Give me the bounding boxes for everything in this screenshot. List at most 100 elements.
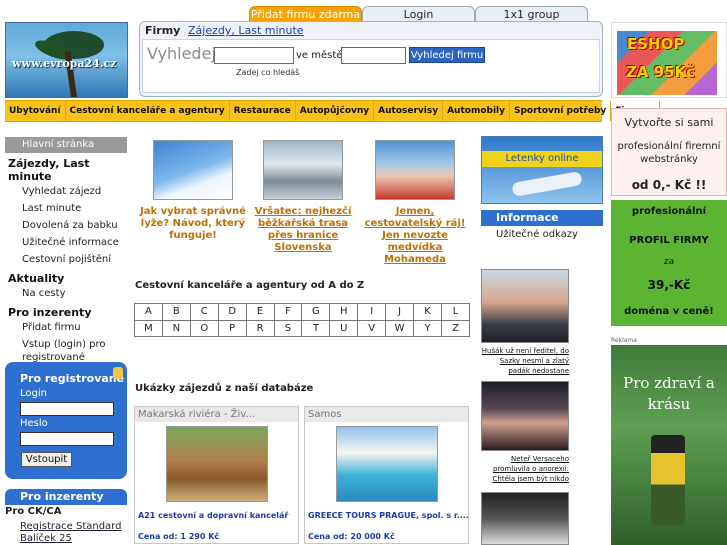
sidebar-heading[interactable]: Zájezdy, Last minute: [8, 157, 127, 183]
category-link[interactable]: Ubytování: [5, 101, 66, 121]
news-image[interactable]: [481, 381, 569, 451]
letter-link[interactable]: A: [134, 303, 163, 321]
sidebar-item[interactable]: Vyhledat zájezd: [5, 183, 127, 200]
news-caption[interactable]: Hušák už není ředitel, do Sazky nesmí a …: [481, 346, 569, 376]
article-image[interactable]: [153, 140, 233, 200]
letter-link[interactable]: L: [440, 303, 471, 321]
letter-link[interactable]: M: [134, 319, 163, 337]
sidebar-item[interactable]: Dovolená za babku: [5, 217, 127, 234]
logo-text: www.evropa24.cz: [12, 57, 117, 70]
flights-label[interactable]: Letenky online: [482, 151, 602, 167]
profile-ad[interactable]: profesionální PROFIL FIRMY za 39,-Kč dom…: [611, 200, 727, 326]
sidebar-item[interactable]: Last minute: [5, 200, 127, 217]
featured-article[interactable]: Jak vybrat správné lyže? Návod, který fu…: [138, 140, 248, 242]
letter-link[interactable]: S: [273, 319, 303, 337]
search-tab-zajezdy[interactable]: Zájezdy, Last minute: [188, 24, 304, 37]
letter-link[interactable]: P: [217, 319, 247, 337]
article-image[interactable]: [263, 140, 343, 200]
letter-link[interactable]: U: [329, 319, 359, 337]
webpage-ad[interactable]: Vytvořte si sami profesionální firemní w…: [611, 108, 727, 196]
sidebar-heading[interactable]: Aktuality: [8, 272, 127, 285]
letter-link[interactable]: V: [357, 319, 387, 337]
article-title[interactable]: Jak vybrat správné lyže? Návod, který fu…: [138, 206, 248, 242]
lock-icon: [113, 367, 123, 379]
letter-link[interactable]: G: [301, 303, 331, 321]
category-link[interactable]: Restaurace: [230, 101, 296, 121]
eshop-ad[interactable]: ESHOP ZA 95Kč: [611, 22, 727, 98]
article-title[interactable]: Jemen, cestovatelský ráj! Jen nevozte me…: [360, 206, 470, 266]
letter-link[interactable]: R: [245, 319, 275, 337]
letter-link[interactable]: J: [385, 303, 415, 321]
search-tab-firmy[interactable]: Firmy: [145, 24, 180, 37]
category-link[interactable]: Sportovní potřeby: [510, 101, 612, 121]
trip-agency[interactable]: A21 cestovní a dopravní kancelář: [135, 502, 298, 520]
letter-link[interactable]: N: [161, 319, 191, 337]
login-input[interactable]: [20, 402, 114, 416]
search-input[interactable]: [214, 47, 294, 64]
health-ad[interactable]: Pro zdraví a krásu: [611, 345, 727, 545]
sidebar-item[interactable]: Přidat firmu: [5, 319, 127, 336]
search-button[interactable]: Vyhledej firmu: [409, 47, 485, 63]
login-button[interactable]: Vstoupit: [21, 452, 72, 467]
search-prompt: Vyhledej: [147, 44, 216, 63]
trip-destination[interactable]: Samos: [305, 407, 468, 422]
sidebar-item[interactable]: Vstup (login) pro registrované: [5, 338, 127, 364]
letter-link[interactable]: Z: [440, 319, 471, 337]
letter-link[interactable]: E: [245, 303, 275, 321]
category-link[interactable]: Automobily: [443, 101, 510, 121]
letter-link[interactable]: K: [413, 303, 442, 321]
sidebar-item[interactable]: Na cesty: [5, 285, 127, 302]
news-item[interactable]: Hušák už není ředitel, do Sazky nesmí a …: [481, 269, 569, 376]
news-item[interactable]: [481, 492, 569, 545]
trip-card[interactable]: Makarská riviéra - Živ... A21 cestovní a…: [134, 406, 299, 544]
trip-image[interactable]: [335, 426, 438, 502]
letter-link[interactable]: H: [329, 303, 359, 321]
login-title: Pro registrované: [20, 372, 125, 385]
news-caption[interactable]: Neteř Versaceho promluvila o anorexii: C…: [481, 454, 570, 484]
eshop-line1: ESHOP: [627, 35, 685, 53]
ad-label: Reklama: [611, 337, 637, 344]
flights-banner[interactable]: Letenky online: [481, 136, 603, 204]
info-title: Informace: [481, 210, 603, 226]
bottle-image: [651, 435, 685, 525]
city-input[interactable]: [341, 47, 406, 64]
letter-link[interactable]: D: [217, 303, 247, 321]
letter-link[interactable]: B: [161, 303, 191, 321]
featured-article[interactable]: Jemen, cestovatelský ráj! Jen nevozte me…: [360, 140, 470, 266]
letter-link[interactable]: T: [301, 319, 331, 337]
featured-article[interactable]: Vršatec: nejhezčí běžkařská trasa přes h…: [248, 140, 358, 254]
login-panel: Pro registrované Login Heslo Vstoupit: [5, 362, 127, 479]
trip-price: Cena od: 1 290 Kč: [138, 532, 220, 541]
letter-link[interactable]: I: [357, 303, 387, 321]
trip-destination[interactable]: Makarská riviéra - Živ...: [135, 407, 298, 422]
letter-link[interactable]: C: [189, 303, 219, 321]
letter-link[interactable]: F: [273, 303, 303, 321]
letter-link[interactable]: W: [385, 319, 415, 337]
letter-link[interactable]: Y: [413, 319, 442, 337]
category-link[interactable]: Cestovní kanceláře a agentury: [66, 101, 230, 121]
trip-agency[interactable]: GREECE TOURS PRAGUE, spol. s r....: [305, 502, 468, 520]
news-image[interactable]: [481, 492, 569, 545]
sidebar-item[interactable]: Cestovní pojištění: [5, 251, 127, 268]
category-link[interactable]: Autopůjčovny: [296, 101, 375, 121]
category-link[interactable]: Autoservisy: [374, 101, 444, 121]
sidebar-item[interactable]: Užitečné informace: [5, 234, 127, 251]
inzerenty-box-title: Pro inzerenty: [5, 489, 127, 505]
info-link[interactable]: Užitečné odkazy: [481, 226, 603, 240]
site-logo[interactable]: www.evropa24.cz: [5, 22, 128, 98]
article-title[interactable]: Vršatec: nejhezčí běžkařská trasa přes h…: [248, 206, 358, 254]
trip-image[interactable]: [165, 426, 268, 502]
news-item[interactable]: Neteř Versaceho promluvila o anorexii: C…: [481, 381, 569, 484]
article-image[interactable]: [375, 140, 455, 200]
letter-link[interactable]: O: [189, 319, 219, 337]
registration-link[interactable]: Registrace Standard Balíček 25: [20, 521, 130, 545]
sidebar-item-home[interactable]: Hlavní stránka: [5, 137, 127, 153]
category-bar: Ubytování Cestovní kanceláře a agentury …: [5, 100, 660, 122]
sidebar: Hlavní stránka Zájezdy, Last minute Vyhl…: [5, 137, 127, 545]
news-image[interactable]: [481, 269, 569, 343]
tab-group[interactable]: 1x1 group: [475, 6, 588, 22]
tab-add-company[interactable]: Přidat firmu zdarma: [249, 6, 362, 22]
tab-login[interactable]: Login: [362, 6, 475, 22]
trip-card[interactable]: Samos GREECE TOURS PRAGUE, spol. s r....…: [304, 406, 469, 544]
password-input[interactable]: [20, 432, 114, 446]
